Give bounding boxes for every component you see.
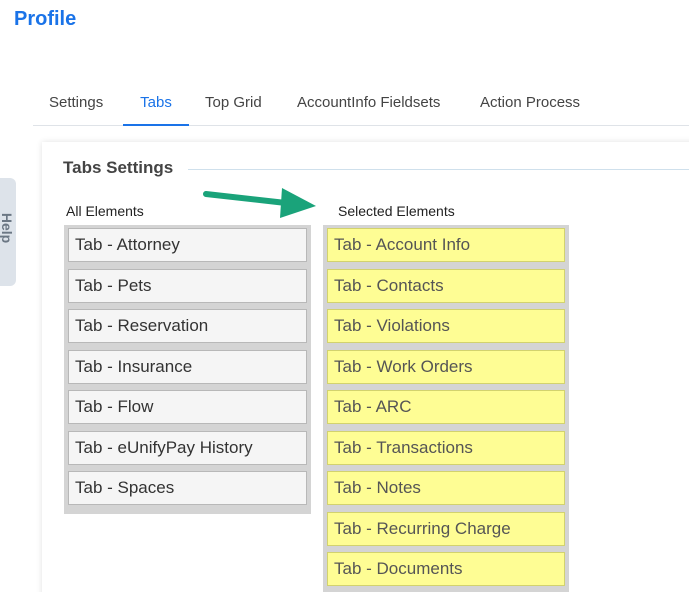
tab-bar: Settings Tabs Top Grid AccountInfo Field… [33, 86, 689, 126]
list-item[interactable]: Tab - Documents [327, 552, 565, 586]
list-item[interactable]: Tab - Transactions [327, 430, 565, 465]
list-item[interactable]: Tab - Notes [327, 471, 565, 505]
list-item[interactable]: Tab - Insurance [68, 349, 307, 384]
help-label: Help [0, 212, 16, 244]
list-item[interactable]: Tab - Violations [327, 309, 565, 343]
tab-action-process[interactable]: Action Process [480, 86, 580, 126]
help-side-tab[interactable]: Help [0, 178, 16, 286]
list-item[interactable]: Tab - Spaces [68, 471, 307, 505]
list-item[interactable]: Tab - Flow [68, 390, 307, 424]
list-item[interactable]: Tab - Contacts [327, 268, 565, 303]
all-elements-label: All Elements [66, 203, 144, 219]
list-item[interactable]: Tab - Work Orders [327, 349, 565, 384]
tabs-settings-panel: Tabs Settings All Elements Selected Elem… [42, 142, 689, 592]
list-item[interactable]: Tab - Attorney [68, 228, 307, 262]
list-item[interactable]: Tab - Pets [68, 268, 307, 303]
selected-elements-label: Selected Elements [338, 203, 455, 219]
section-divider [188, 169, 689, 170]
list-item[interactable]: Tab - Account Info [327, 228, 565, 262]
page-title: Profile [14, 8, 77, 30]
list-item[interactable]: Tab - ARC [327, 390, 565, 424]
tab-settings[interactable]: Settings [49, 86, 103, 126]
list-item[interactable]: Tab - Recurring Charge [327, 511, 565, 546]
selected-elements-list[interactable]: Tab - Account Info Tab - Contacts Tab - … [323, 225, 569, 592]
tab-accountinfo-fieldsets[interactable]: AccountInfo Fieldsets [297, 86, 440, 126]
tab-tabs[interactable]: Tabs [123, 86, 189, 126]
annotation-arrow-icon [203, 188, 316, 218]
list-item[interactable]: Tab - Reservation [68, 309, 307, 343]
list-item[interactable]: Tab - eUnifyPay History [68, 430, 307, 465]
section-title: Tabs Settings [63, 158, 174, 177]
all-elements-list[interactable]: Tab - Attorney Tab - Pets Tab - Reservat… [64, 225, 311, 514]
tab-top-grid[interactable]: Top Grid [205, 86, 262, 126]
